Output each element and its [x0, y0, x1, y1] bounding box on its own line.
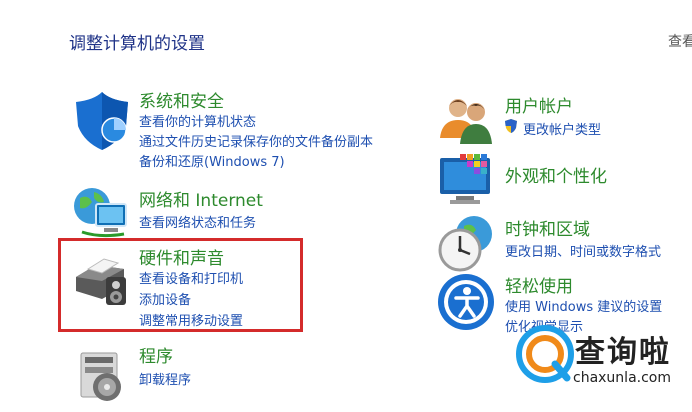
page-title: 调整计算机的设置: [69, 34, 205, 54]
highlight-box: [58, 238, 303, 332]
link-view-computer-status[interactable]: 查看你的计算机状态: [139, 111, 256, 130]
category-system-security[interactable]: 系统和安全: [139, 87, 224, 112]
link-date-time-format[interactable]: 更改日期、时间或数字格式: [505, 241, 661, 260]
watermark-url: chaxunla.com: [573, 370, 671, 386]
users-icon[interactable]: [436, 90, 498, 152]
link-uninstall-program[interactable]: 卸载程序: [139, 369, 191, 388]
link-change-account-type[interactable]: 更改帐户类型: [503, 118, 601, 138]
view-by-label[interactable]: 查看: [668, 31, 692, 51]
programs-disc-icon[interactable]: [73, 345, 135, 407]
category-network-internet[interactable]: 网络和 Internet: [139, 186, 263, 211]
watermark-logo-icon: [516, 325, 574, 383]
link-network-status[interactable]: 查看网络状态和任务: [139, 212, 256, 231]
category-clock-region[interactable]: 时钟和区域: [505, 215, 590, 240]
link-label: 更改帐户类型: [523, 122, 602, 138]
link-file-history-backup[interactable]: 通过文件历史记录保存你的文件备份副本: [139, 131, 373, 150]
category-ease-of-access[interactable]: 轻松使用: [505, 272, 573, 297]
category-user-accounts[interactable]: 用户帐户: [505, 92, 573, 117]
globe-network-icon[interactable]: [70, 182, 132, 244]
watermark: 查询啦 chaxunla.com: [515, 322, 687, 392]
ease-of-access-icon[interactable]: [436, 272, 498, 334]
shield-icon[interactable]: [72, 90, 134, 152]
category-appearance[interactable]: 外观和个性化: [505, 162, 607, 187]
link-windows-suggested-settings[interactable]: 使用 Windows 建议的设置: [505, 296, 662, 315]
watermark-text: 查询啦: [575, 335, 671, 370]
uac-shield-icon: [503, 118, 519, 138]
link-backup-restore[interactable]: 备份和还原(Windows 7): [139, 151, 285, 170]
clock-globe-icon[interactable]: [436, 212, 498, 274]
monitor-color-icon[interactable]: [436, 150, 498, 212]
category-programs[interactable]: 程序: [139, 342, 173, 367]
